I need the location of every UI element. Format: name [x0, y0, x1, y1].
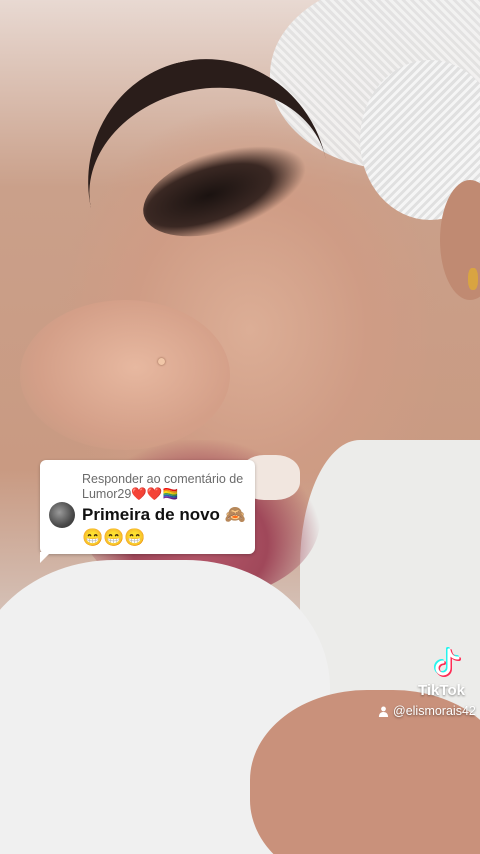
username-text: @elismorais42: [393, 704, 476, 718]
earring: [468, 268, 478, 290]
bubble-tail: [40, 552, 51, 563]
reply-to-label: Responder ao comentário de Lumor29❤️❤️🏳️…: [82, 472, 244, 501]
video-frame[interactable]: [0, 0, 480, 854]
nose: [20, 300, 230, 450]
tiktok-brand: TikTok: [418, 682, 465, 699]
comment-text: Primeira de novo 🙈😁😁😁: [82, 505, 246, 547]
nose-stud: [158, 358, 165, 365]
tiktok-logo-icon: [434, 647, 461, 677]
comment-reply-bubble[interactable]: Responder ao comentário de Lumor29❤️❤️🏳️…: [40, 460, 255, 554]
person-icon: [378, 706, 389, 717]
commenter-avatar: [49, 502, 75, 528]
creator-username[interactable]: @elismorais42: [378, 704, 476, 718]
